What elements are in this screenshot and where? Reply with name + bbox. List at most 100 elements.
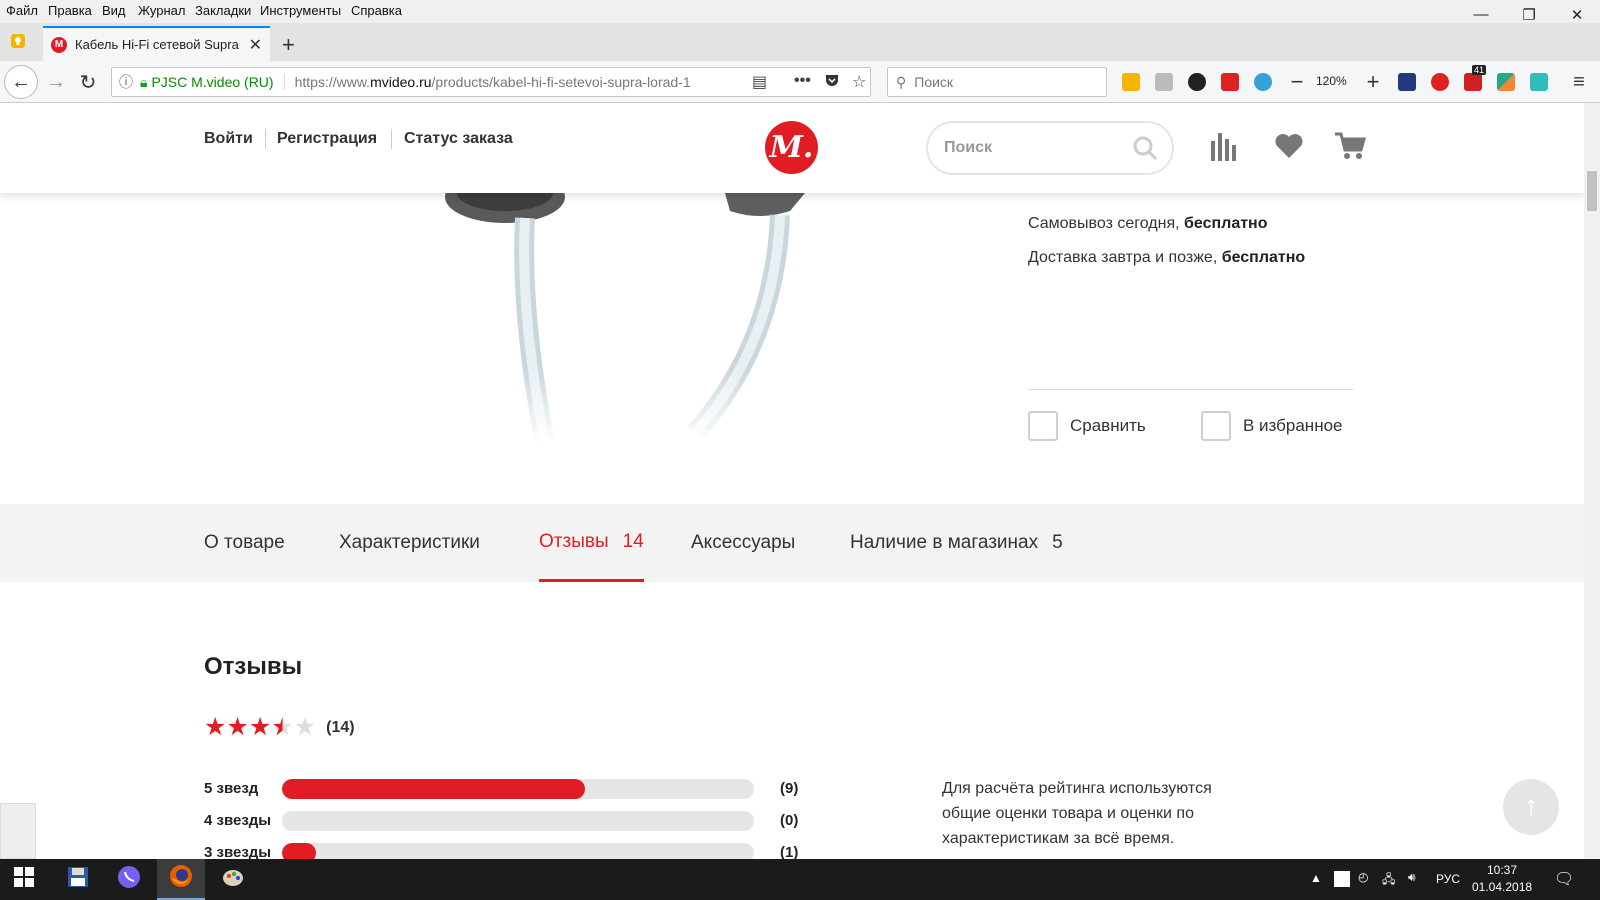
- language-indicator[interactable]: РУС: [1436, 872, 1460, 886]
- tab-specs[interactable]: Характеристики: [339, 504, 480, 582]
- rating-row-count: (1): [780, 844, 799, 859]
- tray-clock-icon[interactable]: ◴: [1358, 870, 1368, 884]
- extension-red-icon[interactable]: [1431, 73, 1449, 91]
- hamburger-menu-icon[interactable]: ≡: [1563, 66, 1595, 98]
- clock-time[interactable]: 10:37: [1472, 863, 1532, 877]
- menu-bookmarks[interactable]: Закладки: [195, 3, 251, 18]
- site-search-input[interactable]: Поиск: [926, 121, 1174, 175]
- pickup-text: Самовывоз сегодня,: [1028, 215, 1185, 232]
- menu-tools[interactable]: Инструменты: [260, 3, 341, 18]
- search-icon: ⚲: [896, 73, 907, 90]
- star-icon: ★: [204, 713, 227, 741]
- back-button[interactable]: ←: [4, 65, 38, 99]
- mvideo-logo[interactable]: М.: [765, 121, 818, 174]
- page-actions-icon[interactable]: •••: [794, 72, 811, 90]
- firefox-icon: [169, 864, 193, 893]
- menu-edit[interactable]: Правка: [48, 3, 92, 18]
- network-icon[interactable]: 🖧︎: [1382, 870, 1395, 891]
- tab-availability[interactable]: Наличие в магазинах 5: [850, 504, 1063, 582]
- tab-label: Отзывы: [539, 530, 609, 552]
- favorite-label: В избранное: [1243, 416, 1343, 435]
- tab-label: Наличие в магазинах: [850, 532, 1039, 553]
- rating-note: Для расчёта рейтинга используются общие …: [942, 780, 1212, 847]
- page-scrollbar[interactable]: [1584, 103, 1600, 859]
- bookmark-star-icon[interactable]: ☆: [852, 72, 866, 92]
- menu-history[interactable]: Журнал: [138, 3, 185, 18]
- extension-lightbulb-icon[interactable]: [1122, 73, 1140, 91]
- rating-row-label: 4 звезды: [204, 812, 272, 829]
- zoom-level[interactable]: 120%: [1316, 74, 1347, 88]
- side-panel-handle[interactable]: [0, 803, 36, 859]
- reload-button[interactable]: ↻: [72, 66, 104, 98]
- start-button[interactable]: [0, 859, 48, 900]
- windows-icon: [14, 867, 34, 892]
- taskbar-app-save[interactable]: [54, 859, 102, 900]
- rating-bar-fill: [282, 779, 586, 799]
- checkbox-box[interactable]: [1028, 411, 1058, 441]
- scrollbar-thumb[interactable]: [1587, 171, 1597, 211]
- tab-strip: М Кабель Hi-Fi сетевой Supra Lo ✕ +: [0, 23, 1600, 61]
- taskbar-app-viber[interactable]: [105, 859, 153, 900]
- heart-icon[interactable]: [1274, 133, 1304, 164]
- info-icon[interactable]: ⓘ: [112, 72, 140, 92]
- compare-chart-icon[interactable]: [1210, 131, 1238, 166]
- volume-icon[interactable]: 🔊︎: [1408, 870, 1416, 885]
- tray-app-icon[interactable]: [1334, 871, 1350, 887]
- reviews-heading: Отзывы: [204, 653, 303, 680]
- rating-row-count: (9): [780, 780, 799, 797]
- site-identity[interactable]: PJSC M.video (RU): [151, 74, 285, 90]
- new-tab-button[interactable]: +: [282, 32, 295, 58]
- tab-count: 14: [622, 530, 644, 552]
- forward-button[interactable]: →: [40, 66, 72, 98]
- site-header: Войти Регистрация Статус заказа М. Поиск: [0, 103, 1584, 193]
- scroll-to-top-button[interactable]: ↑: [1503, 779, 1559, 835]
- extension-tiles-icon[interactable]: [1497, 73, 1515, 91]
- extension-link-icon[interactable]: [1188, 73, 1206, 91]
- delivery-text: Доставка завтра и позже,: [1028, 249, 1222, 266]
- cart-icon[interactable]: [1334, 131, 1366, 166]
- checkbox-box[interactable]: [1201, 411, 1231, 441]
- menu-file[interactable]: Файл: [6, 3, 38, 18]
- tab-about[interactable]: О товаре: [204, 504, 285, 582]
- extension-globe-icon[interactable]: [1254, 73, 1272, 91]
- lock-icon: 🔒︎: [140, 73, 148, 90]
- rating-row[interactable]: 3 звезды (1): [204, 842, 804, 859]
- pocket-icon[interactable]: [824, 72, 840, 93]
- tab-accessories[interactable]: Аксессуары: [691, 504, 795, 582]
- paint-icon: [221, 865, 245, 894]
- order-status-link[interactable]: Статус заказа: [404, 130, 513, 148]
- rating-row-count: (0): [780, 812, 799, 829]
- register-link[interactable]: Регистрация: [277, 130, 377, 148]
- star-icon: ★: [271, 713, 294, 741]
- clock-date[interactable]: 01.04.2018: [1472, 880, 1532, 894]
- tab-reviews[interactable]: Отзывы 14: [539, 504, 644, 582]
- rating-row[interactable]: 5 звезд (9): [204, 778, 804, 800]
- taskbar-app-paint[interactable]: [209, 859, 257, 900]
- menu-view[interactable]: Вид: [102, 3, 126, 18]
- compare-checkbox[interactable]: Сравнить: [1028, 411, 1146, 441]
- zoom-in-button[interactable]: +: [1357, 66, 1389, 98]
- extension-camera-icon[interactable]: [1530, 73, 1548, 91]
- browser-search-field[interactable]: ⚲ Поиск: [887, 67, 1107, 97]
- pickup-info: Самовывоз сегодня, бесплатно: [1028, 215, 1267, 233]
- extension-dots-icon[interactable]: [1221, 73, 1239, 91]
- notifications-icon[interactable]: 🗨︎: [1554, 869, 1574, 889]
- login-link[interactable]: Войти: [204, 130, 253, 148]
- menu-help[interactable]: Справка: [351, 3, 402, 18]
- address-bar[interactable]: ⓘ 🔒︎ PJSC M.video (RU) https://www.mvide…: [111, 67, 871, 97]
- zoom-out-button[interactable]: −: [1281, 66, 1313, 98]
- active-tab[interactable]: М Кабель Hi-Fi сетевой Supra Lo ✕: [43, 26, 270, 61]
- taskbar-app-firefox[interactable]: [157, 859, 205, 900]
- favorite-checkbox[interactable]: В избранное: [1201, 411, 1343, 441]
- rating-row[interactable]: 4 звезды (0): [204, 810, 804, 832]
- reader-view-icon[interactable]: ▤: [752, 72, 767, 92]
- extension-shield-icon[interactable]: [1464, 73, 1482, 91]
- extension-chart-icon[interactable]: [1398, 73, 1416, 91]
- url-text[interactable]: https://www.mvideo.ru/products/kabel-hi-…: [285, 74, 725, 90]
- extension-archive-icon[interactable]: [1155, 73, 1173, 91]
- pinned-tab[interactable]: [8, 33, 28, 53]
- tray-expand-icon[interactable]: ▲: [1310, 871, 1322, 885]
- close-tab-icon[interactable]: ✕: [249, 35, 262, 55]
- search-icon[interactable]: [1132, 135, 1158, 166]
- taskbar: ▲ ◴ 🖧︎ 🔊︎ РУС 10:37 01.04.2018 🗨︎: [0, 859, 1600, 900]
